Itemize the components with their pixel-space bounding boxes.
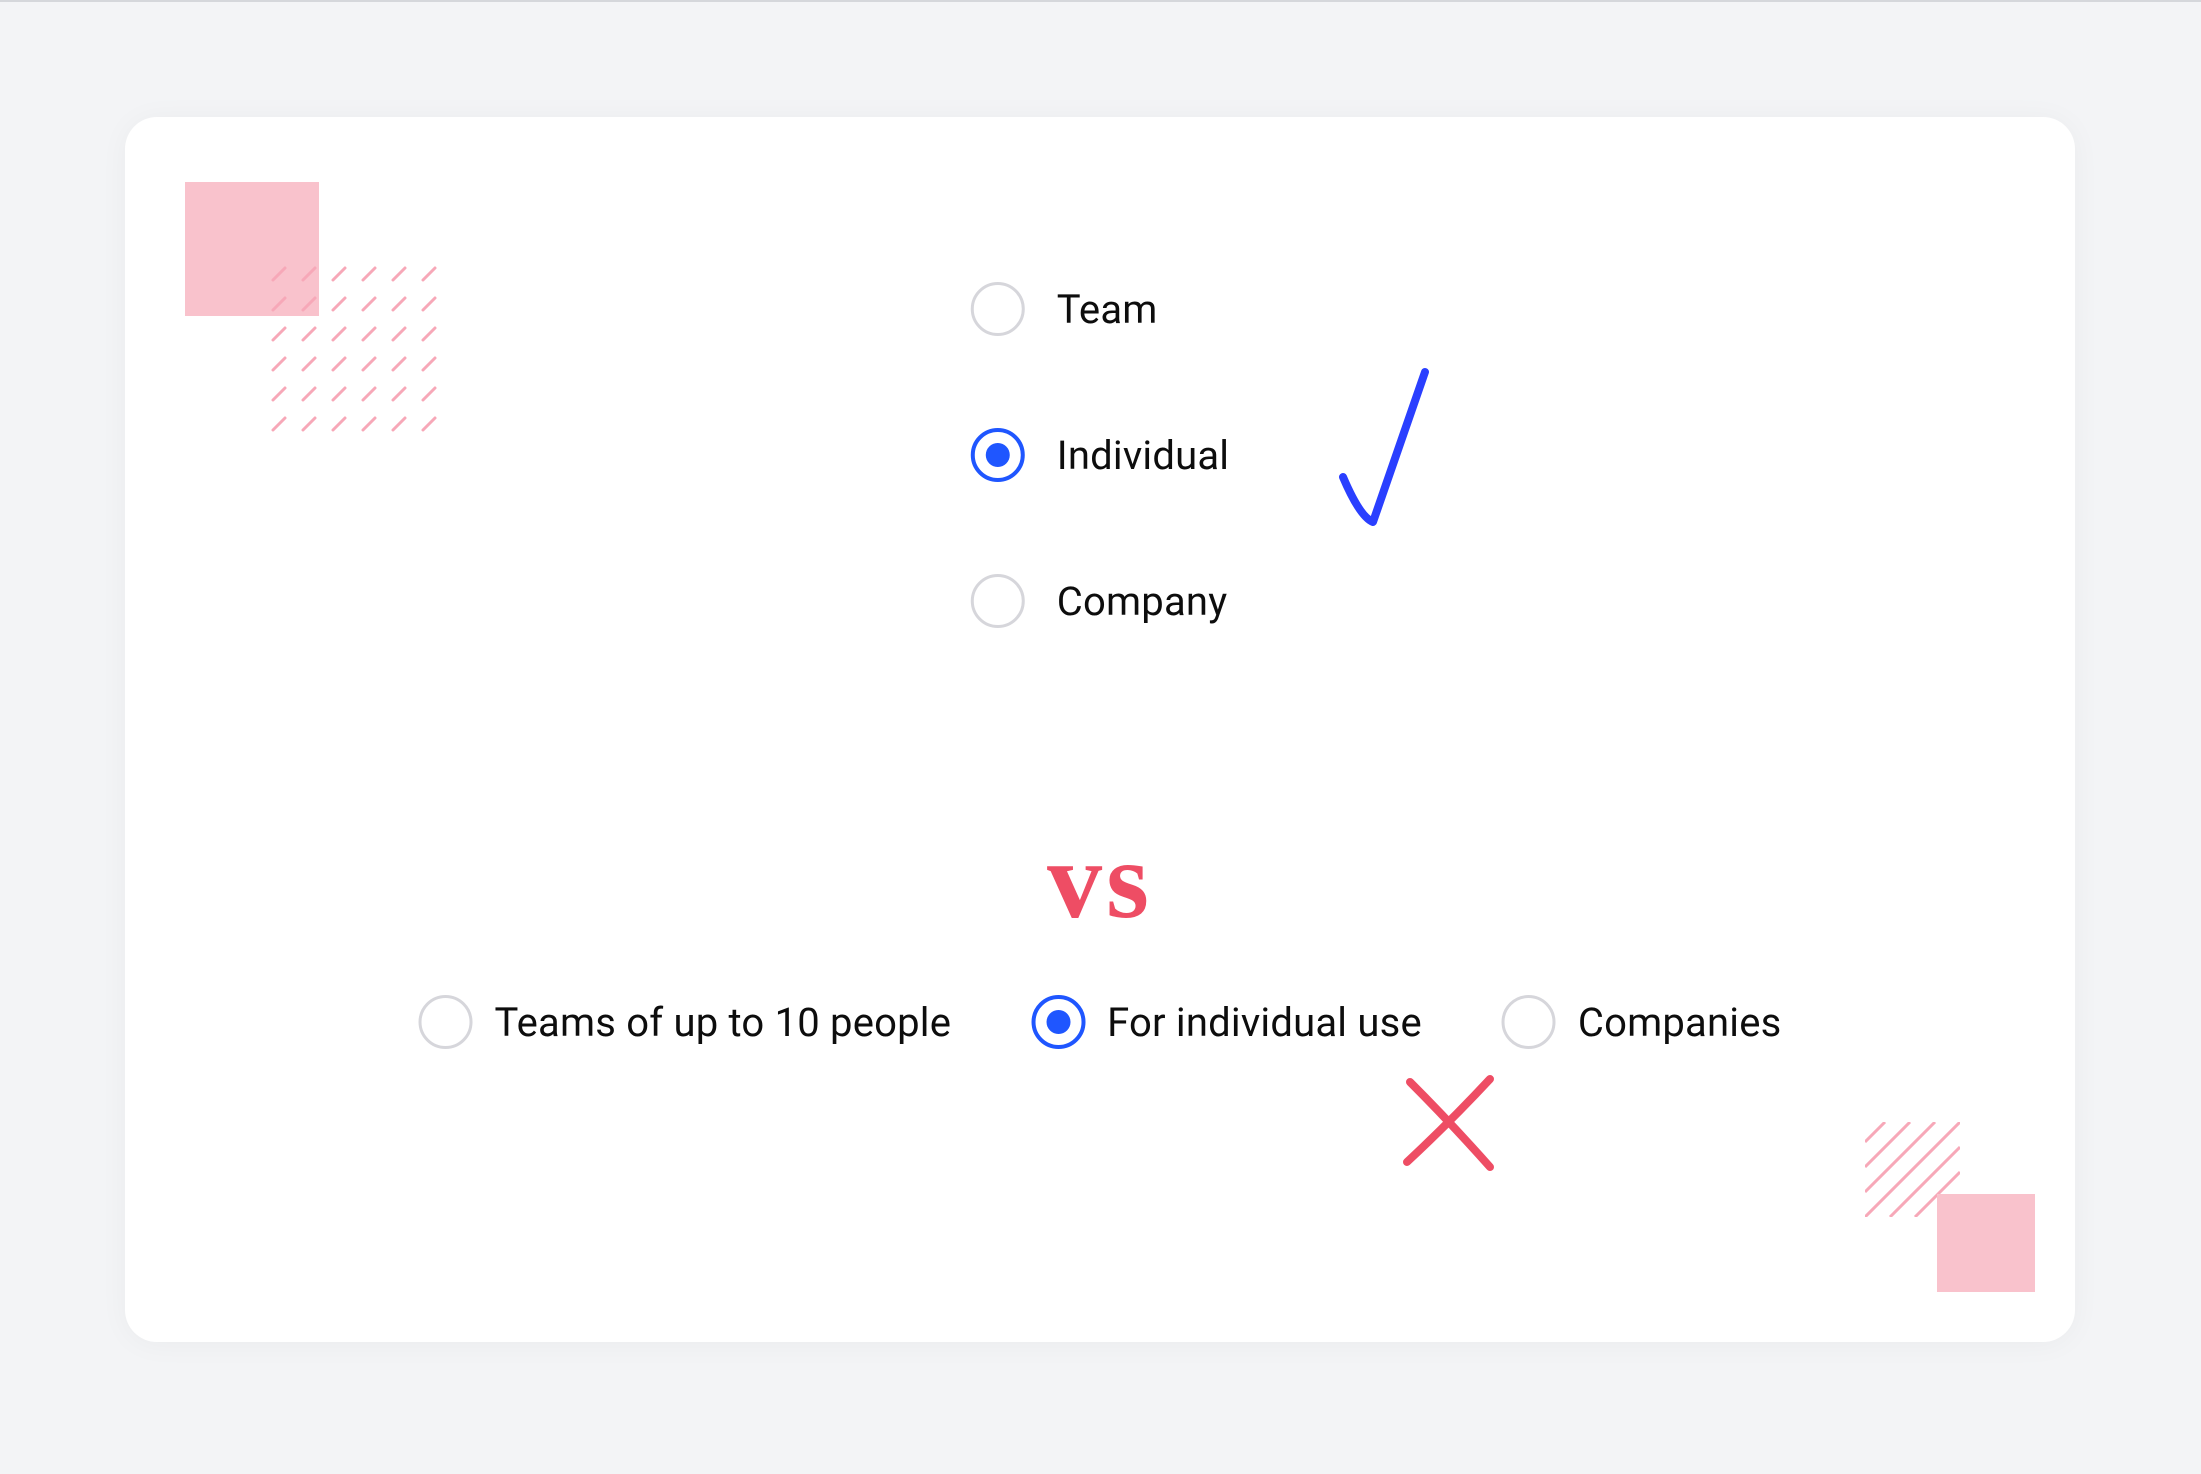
cross-annotation-icon — [1395, 1067, 1505, 1177]
radio-option-company[interactable]: Company — [971, 574, 1228, 628]
example-card: Team Individual Company vs Teams of up t… — [125, 117, 2075, 1342]
radio-label: Companies — [1578, 999, 1782, 1046]
decoration-top-left — [185, 182, 435, 442]
radio-option-individual[interactable]: Individual — [971, 428, 1229, 482]
radio-icon — [1031, 995, 1085, 1049]
radio-icon — [971, 428, 1025, 482]
vs-text: vs — [1047, 817, 1153, 944]
check-annotation-icon — [1325, 357, 1445, 537]
radio-option-teams-up-to-10[interactable]: Teams of up to 10 people — [419, 995, 952, 1049]
radio-option-team[interactable]: Team — [971, 282, 1158, 336]
radio-label: Company — [1057, 578, 1228, 625]
radio-option-for-individual-use[interactable]: For individual use — [1031, 995, 1422, 1049]
radio-label: Teams of up to 10 people — [495, 999, 952, 1046]
radio-label: Individual — [1057, 432, 1229, 479]
radio-icon — [971, 282, 1025, 336]
radio-icon — [419, 995, 473, 1049]
dash-pattern-icon — [263, 260, 443, 440]
radio-label: Team — [1057, 286, 1158, 333]
radio-label: For individual use — [1107, 999, 1422, 1046]
radio-icon — [971, 574, 1025, 628]
decoration-bottom-right — [1865, 1122, 2035, 1292]
radio-group-vertical: Team Individual Company — [971, 282, 1229, 628]
radio-group-horizontal: Teams of up to 10 people For individual … — [419, 995, 1782, 1049]
pink-square-icon — [1937, 1194, 2035, 1292]
radio-option-companies[interactable]: Companies — [1502, 995, 1782, 1049]
radio-icon — [1502, 995, 1556, 1049]
